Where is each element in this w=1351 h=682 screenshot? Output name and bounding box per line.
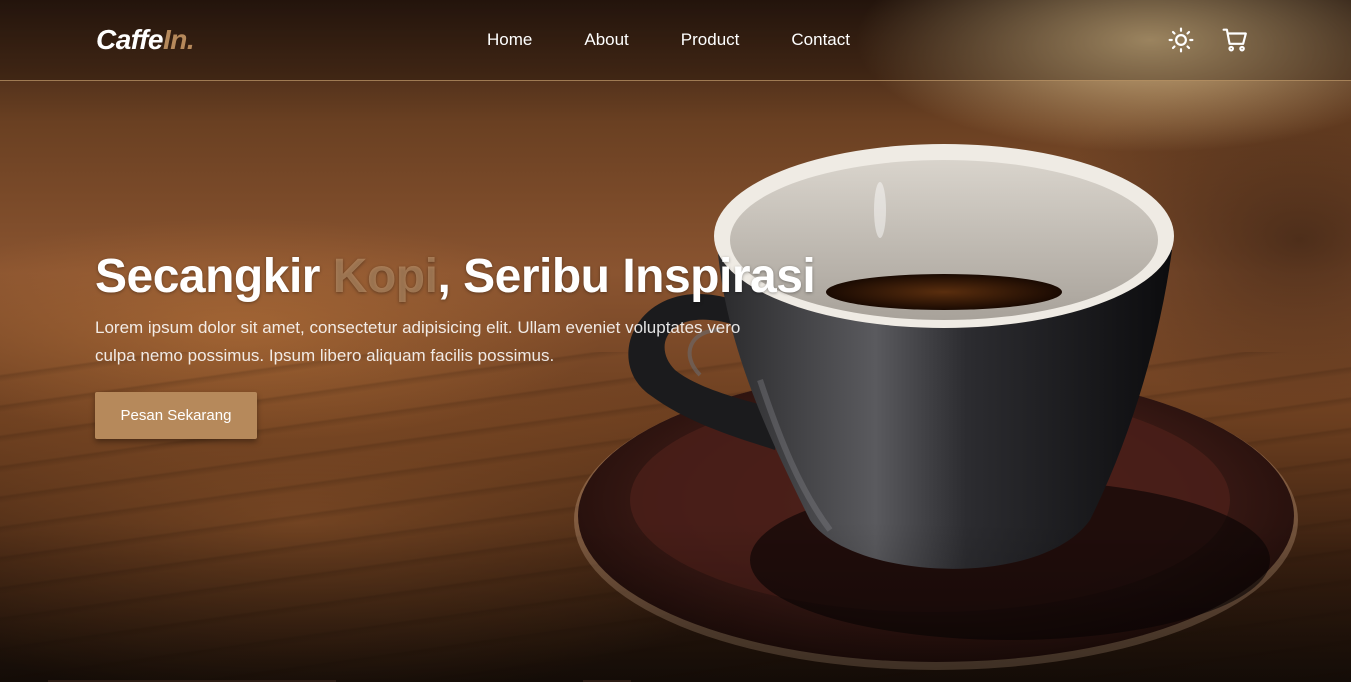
sun-icon xyxy=(1168,27,1194,53)
hero-title-start: Secangkir xyxy=(95,250,333,303)
brand-name-main: Caffe xyxy=(96,24,164,55)
nav-link-about[interactable]: About xyxy=(584,30,628,50)
nav-links: Home About Product Contact xyxy=(487,30,902,50)
hero-title-end: , Seribu Inspirasi xyxy=(437,250,816,303)
shopping-cart-icon xyxy=(1222,28,1247,52)
navbar-extra xyxy=(1167,26,1249,54)
navbar: CaffeIn. Home About Product Contact xyxy=(0,0,1351,81)
hero-description: Lorem ipsum dolor sit amet, consectetur … xyxy=(95,318,741,365)
hero-title: Secangkir Kopi, Seribu Inspirasi xyxy=(95,248,855,306)
nav-link-home[interactable]: Home xyxy=(487,30,532,50)
brand-logo[interactable]: CaffeIn. xyxy=(96,24,195,56)
nav-link-product[interactable]: Product xyxy=(681,30,740,50)
nav-link-contact[interactable]: Contact xyxy=(791,30,850,50)
order-now-button[interactable]: Pesan Sekarang xyxy=(95,392,257,439)
cart-button[interactable] xyxy=(1221,26,1249,54)
brand-name-accent: In. xyxy=(163,24,195,55)
hero-title-highlight: Kopi xyxy=(332,250,438,303)
hero-content: Secangkir Kopi, Seribu Inspirasi Lorem i… xyxy=(95,248,855,370)
theme-toggle-button[interactable] xyxy=(1167,26,1195,54)
bottom-vignette xyxy=(0,522,1351,682)
